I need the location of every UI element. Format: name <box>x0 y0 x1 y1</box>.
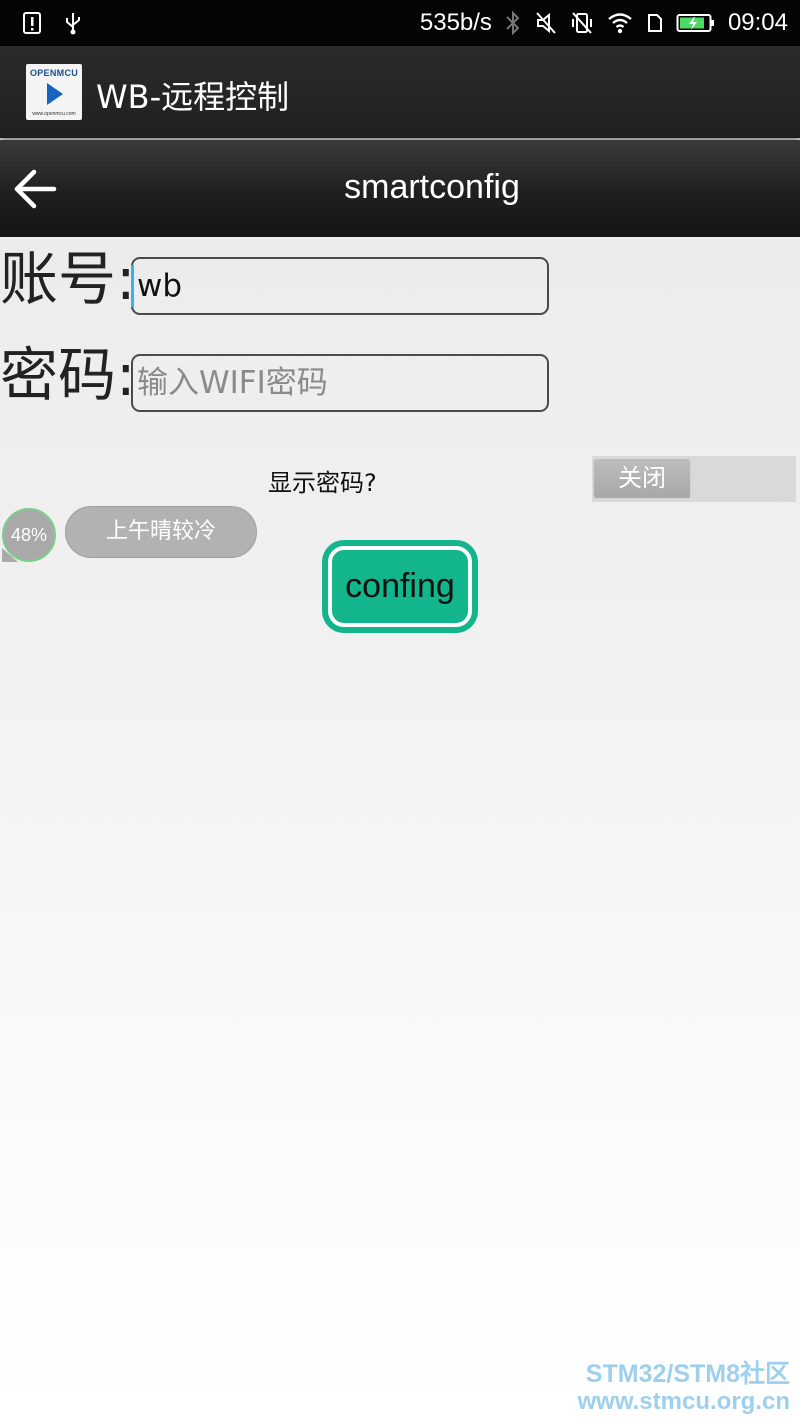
logo-subtext: www.openmcu.com <box>32 111 76 117</box>
network-speed: 535b/s <box>419 9 492 36</box>
app-bar: OPENMCU www.openmcu.com WB-远程控制 <box>0 46 800 138</box>
toggle-state: 关闭 <box>594 459 690 497</box>
status-bar: 535b/s 09:04 <box>0 0 800 46</box>
bluetooth-icon <box>504 10 522 36</box>
account-label: 账号: <box>0 245 136 313</box>
status-right-icons: 535b/s 09:04 <box>420 0 788 46</box>
wifi-icon <box>606 10 634 36</box>
app-logo: OPENMCU www.openmcu.com <box>26 64 82 120</box>
app-title: WB-远程控制 <box>96 78 290 116</box>
battery-percent-bubble[interactable]: 48% <box>2 508 56 562</box>
account-input[interactable] <box>131 257 549 315</box>
text-cursor <box>131 265 134 307</box>
sim-icon <box>646 10 664 36</box>
vibrate-off-icon <box>570 10 594 36</box>
usb-icon <box>62 10 84 36</box>
password-label: 密码: <box>0 341 136 409</box>
show-password-toggle[interactable]: 关闭 <box>592 456 796 502</box>
status-left-icons <box>22 10 84 36</box>
password-input[interactable] <box>131 354 549 412</box>
battery-icon <box>676 10 716 36</box>
toolbar: smartconfig <box>0 140 800 237</box>
watermark: STM32/STM8社区 www.stmcu.org.cn <box>578 1360 790 1416</box>
weather-pill[interactable]: 上午晴较冷 <box>65 506 257 558</box>
watermark-line1: STM32/STM8社区 <box>585 1360 790 1388</box>
logo-text: OPENMCU <box>29 68 79 78</box>
page-title: smartconfig <box>344 168 520 206</box>
play-icon <box>47 83 63 105</box>
confing-button-label: confing <box>328 546 472 627</box>
confing-button[interactable]: confing <box>322 540 478 633</box>
clock: 09:04 <box>727 9 788 36</box>
show-password-label: 显示密码? <box>268 469 377 497</box>
sim-alert-icon <box>22 10 44 36</box>
mute-icon <box>534 10 558 36</box>
watermark-line2: www.stmcu.org.cn <box>577 1388 790 1415</box>
